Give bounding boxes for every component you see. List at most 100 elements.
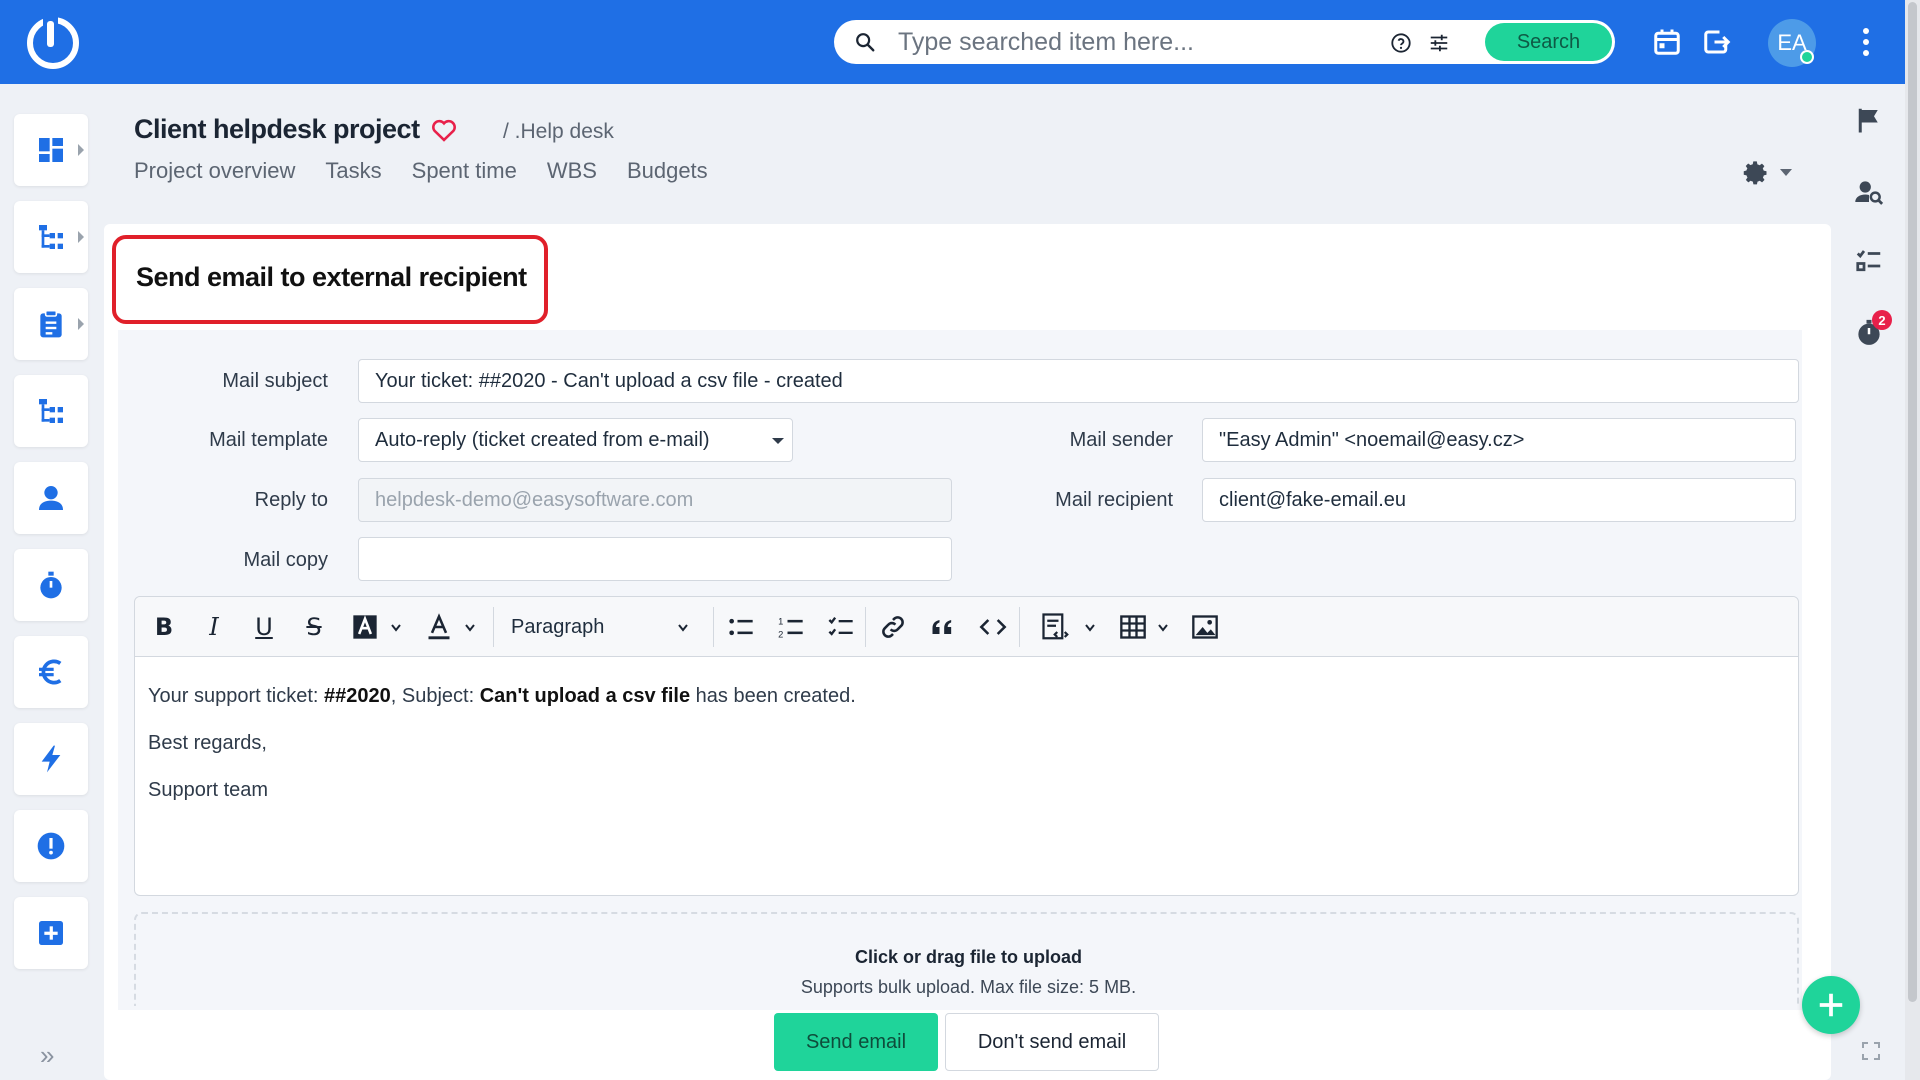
app-logo[interactable] xyxy=(27,15,79,69)
chevron-down-icon[interactable] xyxy=(1158,624,1168,632)
mail-sender-label: Mail sender xyxy=(1069,429,1173,451)
nav-tasks[interactable]: Tasks xyxy=(325,158,381,184)
editor-content[interactable]: Your support ticket: ##2020, Subject: Ca… xyxy=(148,673,856,814)
editor-line-3: Support team xyxy=(148,779,269,801)
rich-text-editor: B I U S Paragraph 12 Your support ticket… xyxy=(134,596,1799,896)
italic-icon[interactable]: I xyxy=(197,610,231,644)
sidebar-dashboard[interactable] xyxy=(14,114,88,186)
search-button[interactable]: Search xyxy=(1485,23,1612,61)
sidebar-expand-icon[interactable]: » xyxy=(40,1040,54,1071)
link-icon[interactable] xyxy=(879,610,907,644)
reply-to-label: Reply to xyxy=(254,489,328,511)
sidebar-caret-icon xyxy=(78,144,84,156)
plus-square-icon xyxy=(39,921,63,945)
help-circle-icon[interactable] xyxy=(1390,32,1412,54)
sidebar-wbs[interactable] xyxy=(14,375,88,447)
mail-template-select[interactable]: Auto-reply (ticket created from e-mail) xyxy=(358,418,793,462)
gear-icon[interactable] xyxy=(1742,159,1770,187)
project-nav: Project overview Tasks Spent time WBS Bu… xyxy=(134,158,708,184)
bold-icon[interactable]: B xyxy=(147,610,181,644)
more-menu-icon[interactable] xyxy=(1862,26,1870,58)
user-search-icon[interactable] xyxy=(1854,177,1884,207)
editor-toolbar: B I U S Paragraph 12 xyxy=(135,597,1798,657)
mail-template-value: Auto-reply (ticket created from e-mail) xyxy=(375,428,710,451)
plus-icon xyxy=(1819,993,1843,1017)
export-icon[interactable] xyxy=(1702,27,1732,57)
editor-line-2: Best regards, xyxy=(148,732,267,754)
quick-add-button[interactable] xyxy=(1802,976,1860,1034)
font-color-icon[interactable] xyxy=(425,610,453,644)
chevron-down-icon[interactable] xyxy=(465,624,475,632)
image-icon[interactable] xyxy=(1191,610,1219,644)
fullscreen-icon[interactable] xyxy=(1862,1042,1880,1060)
nav-budgets[interactable]: Budgets xyxy=(627,158,708,184)
nav-project-overview[interactable]: Project overview xyxy=(134,158,295,184)
clipboard-icon xyxy=(40,309,62,338)
toolbar-divider xyxy=(493,607,494,647)
blockquote-icon[interactable] xyxy=(929,610,957,644)
chevron-down-icon[interactable] xyxy=(678,624,688,632)
todo-list-icon[interactable] xyxy=(827,610,855,644)
sidebar-caret-icon xyxy=(78,231,84,243)
hierarchy-icon xyxy=(39,399,63,423)
alert-circle-icon xyxy=(37,832,65,860)
breadcrumb[interactable]: / .Help desk xyxy=(503,120,614,144)
calendar-icon[interactable] xyxy=(1652,27,1682,57)
flag-icon[interactable] xyxy=(1854,105,1884,135)
bullet-list-icon[interactable] xyxy=(727,610,755,644)
search-icon xyxy=(856,33,875,52)
search-input[interactable] xyxy=(898,26,1378,58)
paragraph-style-select[interactable]: Paragraph xyxy=(511,611,701,643)
page-title: Send email to external recipient xyxy=(136,262,527,292)
nav-spent-time[interactable]: Spent time xyxy=(412,158,517,184)
lightning-icon xyxy=(41,745,61,773)
filter-sliders-icon[interactable] xyxy=(1428,32,1450,54)
file-dropzone[interactable]: Click or drag file to upload Supports bu… xyxy=(134,912,1799,1006)
sidebar-projects-tree[interactable] xyxy=(14,201,88,273)
sidebar-time[interactable] xyxy=(14,549,88,621)
source-code-icon[interactable] xyxy=(1041,610,1071,644)
scrollbar-thumb[interactable] xyxy=(1908,2,1917,1002)
mail-copy-input[interactable] xyxy=(358,537,952,581)
mail-sender-input[interactable]: "Easy Admin" <noemail@easy.cz> xyxy=(1202,418,1796,462)
code-icon[interactable] xyxy=(979,610,1007,644)
reply-to-input: helpdesk-demo@easysoftware.com xyxy=(358,478,952,522)
project-title: Client helpdesk project xyxy=(134,114,420,144)
checklist-icon[interactable] xyxy=(1854,246,1884,276)
table-icon[interactable] xyxy=(1119,610,1147,644)
chevron-down-icon[interactable] xyxy=(391,624,401,632)
sidebar-actions[interactable] xyxy=(14,723,88,795)
heart-icon[interactable] xyxy=(429,116,459,144)
underline-icon[interactable]: U xyxy=(247,610,281,644)
sidebar-users[interactable] xyxy=(14,462,88,534)
chevron-down-icon[interactable] xyxy=(1780,169,1792,176)
editor-line-1: Your support ticket: ##2020, Subject: Ca… xyxy=(148,685,856,707)
strikethrough-icon[interactable]: S xyxy=(297,610,331,644)
mail-subject-label: Mail subject xyxy=(222,370,328,392)
chevron-down-icon[interactable] xyxy=(1085,624,1095,632)
mail-template-label: Mail template xyxy=(209,429,328,451)
top-bar: Search EA xyxy=(0,0,1905,84)
user-icon xyxy=(39,486,63,510)
send-email-button[interactable]: Send email xyxy=(774,1013,938,1071)
sidebar-add[interactable] xyxy=(14,897,88,969)
sidebar-tasks[interactable] xyxy=(14,288,88,360)
highlight-color-icon[interactable] xyxy=(351,610,379,644)
toolbar-divider xyxy=(865,607,866,647)
dont-send-email-button[interactable]: Don't send email xyxy=(945,1013,1159,1071)
svg-text:1: 1 xyxy=(778,617,783,627)
global-search-bar: Search xyxy=(834,20,1615,64)
toolbar-divider xyxy=(713,607,714,647)
nav-wbs[interactable]: WBS xyxy=(547,158,597,184)
hierarchy-icon xyxy=(39,225,63,249)
mail-copy-label: Mail copy xyxy=(243,549,328,571)
online-status-dot xyxy=(1800,50,1814,64)
sidebar-issues[interactable] xyxy=(14,810,88,882)
numbered-list-icon[interactable]: 12 xyxy=(777,610,805,644)
dashboard-icon xyxy=(39,138,63,162)
sidebar-budgets[interactable] xyxy=(14,636,88,708)
toolbar-divider xyxy=(1019,607,1020,647)
svg-text:2: 2 xyxy=(778,630,783,640)
mail-recipient-input[interactable]: client@fake-email.eu xyxy=(1202,478,1796,522)
mail-subject-input[interactable]: Your ticket: ##2020 - Can't upload a csv… xyxy=(358,359,1799,403)
